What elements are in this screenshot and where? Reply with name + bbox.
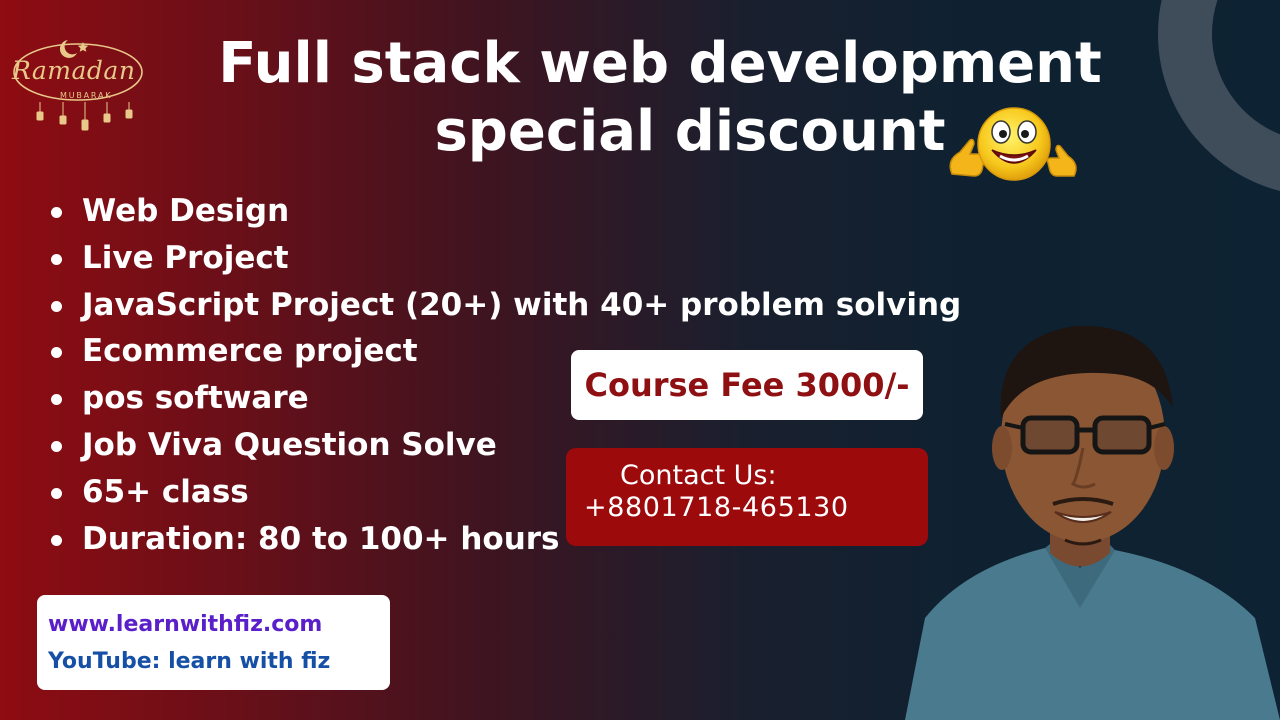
website-link[interactable]: www.learnwithfiz.com: [48, 612, 322, 637]
course-fee-badge: Course Fee 3000/-: [571, 350, 923, 420]
list-item: JavaScript Project (20+) with 40+ proble…: [48, 282, 961, 329]
list-item: Live Project: [48, 235, 961, 282]
contact-box: Contact Us: +8801718-465130: [566, 448, 928, 546]
contact-phone: +8801718-465130: [584, 492, 849, 523]
promo-banner: Ramadan MUBARAK Full stack web developme…: [0, 0, 1280, 720]
ramadan-script-text: Ramadan: [12, 56, 136, 85]
list-item: Web Design: [48, 188, 961, 235]
links-box: www.learnwithfiz.com YouTube: learn with…: [37, 595, 390, 690]
ramadan-badge: Ramadan MUBARAK: [8, 36, 148, 146]
contact-label: Contact Us:: [620, 460, 777, 491]
youtube-link[interactable]: YouTube: learn with fiz: [48, 649, 330, 674]
mubarak-text: MUBARAK: [60, 91, 113, 100]
thumbs-up-smiley-icon: [949, 107, 1077, 181]
headline-line1: Full stack web development: [218, 31, 1102, 96]
instructor-photo: [905, 325, 1280, 720]
decorative-ring: [1158, 0, 1280, 196]
